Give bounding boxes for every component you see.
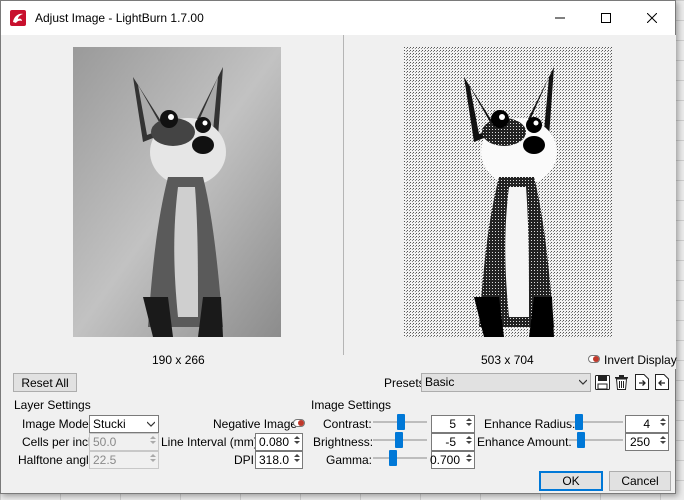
gamma-label: Gamma: [326, 453, 373, 467]
enhance-amount-slider[interactable] [569, 432, 623, 448]
spin-arrows-icon [292, 435, 301, 449]
chevron-down-icon [147, 421, 155, 427]
slider-track [373, 457, 427, 459]
spin-arrows-icon [464, 453, 473, 467]
negative-image-toggle[interactable] [293, 419, 305, 427]
enhance-amount-spinbox[interactable]: 250 [625, 433, 669, 451]
spin-arrows-icon [148, 453, 157, 467]
line-interval-value: 0.080 [259, 435, 290, 449]
dpi-spinbox[interactable]: 318.0 [255, 451, 303, 469]
close-icon [647, 13, 657, 23]
dpi-value: 318.0 [259, 453, 290, 467]
contrast-spinbox[interactable]: 5 [431, 415, 475, 433]
brightness-slider[interactable] [373, 432, 427, 448]
halftone-angle-label: Halftone angle [18, 453, 96, 467]
slider-thumb[interactable] [577, 432, 585, 448]
enhance-amount-label: Enhance Amount: [477, 435, 572, 449]
spin-arrows-icon [464, 435, 473, 449]
save-preset-button[interactable] [594, 373, 611, 391]
maximize-icon [601, 13, 611, 23]
image-mode-value: Stucki [93, 417, 126, 431]
import-preset-button[interactable] [653, 373, 670, 391]
layer-settings-title: Layer Settings [14, 398, 91, 412]
halftone-angle-spinbox[interactable]: 22.5 [89, 451, 159, 469]
spin-arrows-icon [148, 435, 157, 449]
halftone-angle-value: 22.5 [93, 453, 117, 467]
lightburn-logo-icon [10, 10, 26, 26]
adjust-image-dialog: Adjust Image - LightBurn 1.7.00 190 x 26… [0, 0, 677, 494]
brightness-label: Brightness: [313, 435, 374, 449]
presets-value: Basic [425, 375, 455, 389]
spin-arrows-icon [658, 417, 667, 431]
original-image-preview [73, 47, 281, 337]
enhance-radius-slider[interactable] [569, 414, 623, 430]
gamma-value: 0.700 [429, 453, 460, 467]
maximize-button[interactable] [583, 1, 629, 35]
processed-image-preview [404, 47, 612, 337]
save-icon [595, 374, 610, 390]
preview-area: 190 x 266 503 x 704 Invert Display [2, 35, 677, 369]
spin-arrows-icon [658, 435, 667, 449]
cells-per-inch-value: 50.0 [93, 435, 117, 449]
preview-divider [343, 35, 344, 355]
processed-size-label: 503 x 704 [481, 353, 534, 367]
presets-dropdown[interactable]: Basic [421, 373, 591, 392]
gamma-slider[interactable] [373, 450, 427, 466]
slider-thumb[interactable] [395, 432, 403, 448]
slider-thumb[interactable] [389, 450, 397, 466]
brightness-value: -5 [445, 435, 456, 449]
enhance-radius-label: Enhance Radius: [484, 417, 576, 431]
negative-image-label: Negative Image [213, 417, 298, 431]
cancel-button[interactable]: Cancel [609, 471, 671, 491]
enhance-radius-spinbox[interactable]: 4 [625, 415, 669, 433]
reset-all-button[interactable]: Reset All [13, 373, 77, 392]
ok-button[interactable]: OK [539, 471, 603, 491]
minimize-icon [555, 17, 565, 19]
line-interval-label: Line Interval (mm) [161, 435, 258, 449]
spin-arrows-icon [292, 453, 301, 467]
export-preset-button[interactable] [633, 373, 650, 391]
delete-icon [615, 374, 628, 390]
dpi-label: DPI [234, 453, 255, 467]
cells-per-inch-label: Cells per inch [22, 435, 95, 449]
cells-per-inch-spinbox[interactable]: 50.0 [89, 433, 159, 451]
line-interval-spinbox[interactable]: 0.080 [255, 433, 303, 451]
export-icon [634, 374, 649, 390]
contrast-label: Contrast: [323, 417, 372, 431]
invert-display-toggle[interactable] [588, 355, 600, 363]
enhance-radius-value: 4 [643, 417, 650, 431]
contrast-slider[interactable] [373, 414, 427, 430]
spin-arrows-icon [464, 417, 473, 431]
slider-thumb[interactable] [397, 414, 405, 430]
title-bar[interactable]: Adjust Image - LightBurn 1.7.00 [1, 1, 675, 35]
gamma-spinbox[interactable]: 0.700 [429, 451, 475, 469]
image-mode-dropdown[interactable]: Stucki [89, 415, 159, 433]
presets-label: Presets [384, 376, 425, 390]
window-title: Adjust Image - LightBurn 1.7.00 [35, 11, 204, 25]
import-icon [654, 374, 669, 390]
invert-display-label: Invert Display [604, 353, 677, 367]
contrast-value: 5 [449, 417, 456, 431]
minimize-button[interactable] [537, 1, 583, 35]
enhance-amount-value: 250 [629, 435, 650, 449]
slider-thumb[interactable] [575, 414, 583, 430]
close-button[interactable] [629, 1, 675, 35]
image-mode-label: Image Mode: [22, 417, 93, 431]
brightness-spinbox[interactable]: -5 [431, 433, 475, 451]
original-size-label: 190 x 266 [152, 353, 205, 367]
image-settings-title: Image Settings [311, 398, 392, 412]
chevron-down-icon [579, 379, 587, 385]
delete-preset-button[interactable] [613, 373, 630, 391]
